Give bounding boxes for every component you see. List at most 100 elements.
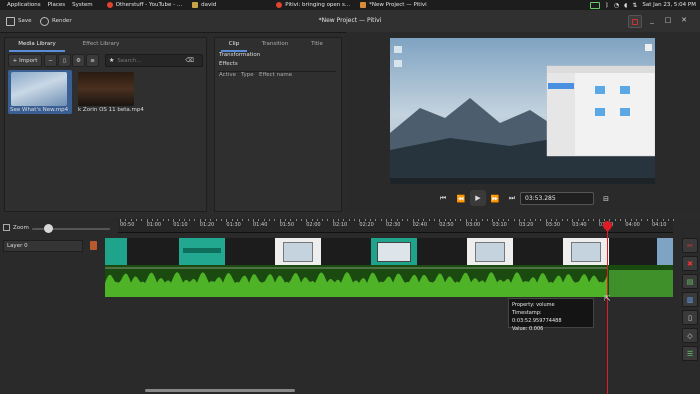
- browser-icon: [276, 2, 283, 8]
- tab-media-library[interactable]: Media Library: [9, 38, 65, 52]
- clip-segment[interactable]: [657, 238, 673, 265]
- timeline-ruler[interactable]: 00:50 01:00 01:10 01:20 01:30 01:40 01:50 02:00…: [118, 219, 675, 233]
- ruler-tick-mark: [625, 219, 627, 222]
- media-item-thumbnail[interactable]: [11, 72, 67, 106]
- media-item-label: See What's New.mp4: [10, 107, 69, 113]
- search-input[interactable]: [117, 57, 184, 64]
- column-effect-name[interactable]: Effect name: [259, 72, 292, 78]
- clip-segment[interactable]: [371, 238, 417, 265]
- timecode-field[interactable]: 03:53.285: [520, 192, 594, 205]
- ruler-tick-label: 01:30: [226, 222, 241, 228]
- close-button[interactable]: ✕: [678, 15, 690, 26]
- ruler-tick-mark: [162, 219, 164, 221]
- document-icon: ▯: [62, 57, 67, 64]
- snap-icon: ☰: [686, 349, 694, 358]
- ruler-tick-mark: [423, 219, 425, 221]
- hamburger-icon: [632, 19, 638, 25]
- volume-icon[interactable]: ◖: [624, 2, 627, 9]
- media-search[interactable]: ★ ⌫: [105, 54, 203, 67]
- clip-properties-button[interactable]: ▯: [58, 54, 71, 67]
- column-type[interactable]: Type: [241, 72, 254, 78]
- delete-clip-button[interactable]: ✂: [682, 238, 698, 253]
- ruler-tick-mark: [311, 219, 313, 221]
- view-mode-button[interactable]: ≡: [86, 54, 99, 67]
- go-to-end-button[interactable]: ⏭: [506, 193, 518, 204]
- timeline-track[interactable]: [105, 238, 673, 297]
- ruler-tick-mark: [226, 219, 228, 222]
- clock[interactable]: Sat Jan 23, 5:04 PM: [642, 2, 696, 8]
- clip-segment[interactable]: [105, 238, 127, 265]
- plus-icon: +: [12, 57, 18, 64]
- layer-name-field[interactable]: Layer 0: [3, 240, 83, 252]
- tab-effect-library[interactable]: Effect Library: [71, 38, 131, 50]
- ruler-tick-mark: [354, 219, 356, 221]
- wifi-icon[interactable]: ◔: [614, 2, 619, 9]
- taskbar-item-pitivi-app[interactable]: *New Project — Pitivi: [360, 2, 427, 8]
- ungroup-button[interactable]: ✖: [682, 256, 698, 271]
- detach-viewer-button[interactable]: ⊟: [600, 193, 612, 204]
- tooltip-timestamp: Timestamp: 0:03:52.959774488: [512, 310, 562, 324]
- import-button[interactable]: + Import: [8, 54, 42, 67]
- clip-segment[interactable]: [179, 238, 225, 265]
- taskbar-item-files[interactable]: david: [192, 2, 216, 8]
- ruler-tick-mark: [673, 219, 675, 221]
- ruler-tick-mark: [593, 219, 595, 221]
- split-button[interactable]: ▯: [682, 310, 698, 325]
- media-item-thumbnail[interactable]: [78, 72, 134, 106]
- playhead-line[interactable]: [607, 222, 608, 394]
- ruler-tick-mark: [146, 219, 148, 222]
- taskbar-item-pitivi-web[interactable]: Pitivi: bringing open s...: [276, 2, 350, 8]
- import-label: Import: [19, 57, 38, 64]
- bluetooth-icon[interactable]: ᛒ: [605, 2, 609, 9]
- remove-button[interactable]: −: [44, 54, 57, 67]
- clip-segment[interactable]: [467, 238, 513, 265]
- menu-button[interactable]: [628, 15, 642, 28]
- align-button[interactable]: ▥: [682, 292, 698, 307]
- ruler-tick-mark: [401, 219, 403, 221]
- play-button[interactable]: ▶: [470, 190, 486, 206]
- menu-places[interactable]: Places: [48, 2, 66, 8]
- ruler-tick-mark: [561, 219, 563, 221]
- ruler-tick-mark: [130, 219, 132, 221]
- ruler-tick-mark: [258, 219, 260, 221]
- ruler-tick-mark: [295, 219, 297, 221]
- step-back-button[interactable]: ⏪: [455, 193, 467, 204]
- ruler-tick-label: 00:50: [120, 222, 135, 228]
- ruler-tick-mark: [503, 219, 505, 221]
- taskbar-item-youtube[interactable]: Otherstuff - YouTube - ...: [106, 2, 182, 8]
- column-active[interactable]: Active: [219, 72, 236, 78]
- ruler-tick-mark: [582, 219, 584, 221]
- clip-segment[interactable]: [563, 238, 609, 265]
- ruler-tick-mark: [417, 219, 419, 221]
- clip-segment[interactable]: [275, 238, 321, 265]
- ruler-tick-mark: [614, 219, 616, 221]
- clear-search-icon[interactable]: ⌫: [185, 57, 193, 64]
- group-button[interactable]: ▤: [682, 274, 698, 289]
- minimize-button[interactable]: _: [646, 15, 658, 26]
- folder-icon: [192, 2, 199, 8]
- tab-transition[interactable]: Transition: [255, 38, 295, 50]
- horizontal-scrollbar[interactable]: [145, 389, 295, 392]
- section-effects[interactable]: Effects: [219, 61, 238, 67]
- menu-system[interactable]: System: [72, 2, 93, 8]
- tab-title[interactable]: Title: [303, 38, 331, 50]
- section-transformation[interactable]: Transformation: [219, 52, 260, 58]
- ruler-tick-mark: [524, 219, 526, 221]
- zoom-slider-handle[interactable]: [44, 224, 53, 233]
- proxy-button[interactable]: ⚙: [72, 54, 85, 67]
- menu-applications[interactable]: Applications: [7, 2, 41, 8]
- go-to-start-button[interactable]: ⏮: [437, 193, 449, 204]
- layer-menu-icon[interactable]: [90, 241, 97, 250]
- snap-button[interactable]: ☰: [682, 346, 698, 361]
- audio-waveform[interactable]: [105, 265, 673, 297]
- video-preview[interactable]: [390, 38, 656, 184]
- battery-icon[interactable]: [590, 1, 601, 9]
- step-forward-button[interactable]: ⏩: [489, 193, 501, 204]
- maximize-button[interactable]: □: [662, 15, 674, 26]
- tab-clip[interactable]: Clip: [221, 38, 247, 52]
- network-icon[interactable]: ⇅: [632, 2, 637, 9]
- keyframe-button[interactable]: ◇: [682, 328, 698, 343]
- ruler-tick-mark: [465, 219, 467, 222]
- ruler-tick-mark: [598, 219, 600, 222]
- delete-icon: ✂: [687, 241, 693, 250]
